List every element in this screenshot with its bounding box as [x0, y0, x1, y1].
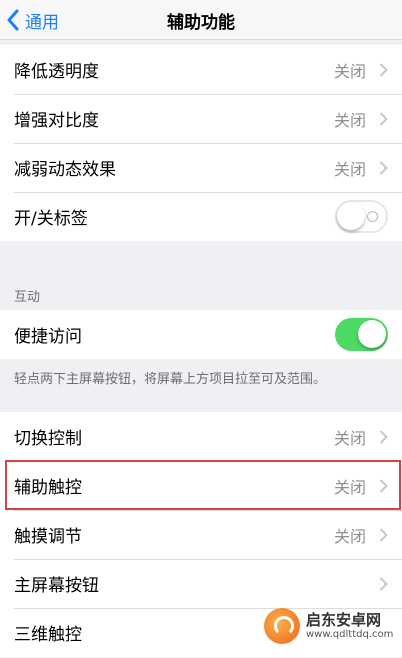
interaction-group: 便捷访问	[0, 310, 402, 359]
row-label: 便捷访问	[14, 327, 82, 347]
row-label: 触摸调节	[14, 527, 82, 547]
row-label: 降低透明度	[14, 62, 99, 82]
on-off-labels-toggle[interactable]	[335, 200, 388, 233]
row-value: 关闭	[333, 159, 366, 179]
chevron-right-icon	[379, 527, 388, 542]
assistive-touch-row[interactable]: 辅助触控 关闭	[0, 461, 402, 510]
chevron-right-icon	[379, 429, 388, 444]
watermark-logo-icon	[264, 608, 300, 644]
home-button-row[interactable]: 主屏幕按钮	[0, 559, 402, 608]
watermark-url: www.qdlttdq.com	[306, 628, 394, 640]
reduce-transparency-row[interactable]: 降低透明度 关闭	[0, 45, 402, 94]
row-label: 辅助触控	[14, 478, 82, 498]
row-label: 三维触控	[14, 625, 82, 645]
reachability-toggle[interactable]	[335, 318, 388, 351]
row-value: 关闭	[333, 477, 366, 497]
toggle-knob	[358, 320, 386, 348]
row-value: 关闭	[333, 428, 366, 448]
toggle-knob	[337, 202, 365, 230]
reachability-footnote: 轻点两下主屏幕按钮，将屏幕上方项目拉至可及范围。	[14, 372, 327, 387]
page-title: 辅助功能	[167, 13, 235, 33]
row-label: 切换控制	[14, 429, 82, 449]
increase-contrast-row[interactable]: 增强对比度 关闭	[0, 94, 402, 143]
row-value: 关闭	[333, 110, 366, 130]
switch-control-row[interactable]: 切换控制 关闭	[0, 412, 402, 461]
on-off-labels-row: 开/关标签	[0, 192, 402, 241]
touch-accommodations-row[interactable]: 触摸调节 关闭	[0, 510, 402, 559]
row-value: 关闭	[333, 526, 366, 546]
row-label: 减弱动态效果	[14, 160, 116, 180]
row-label: 主屏幕按钮	[14, 576, 99, 596]
navigation-bar: 通用 辅助功能	[0, 0, 402, 40]
chevron-right-icon	[379, 478, 388, 493]
section-header-interaction: 互动	[14, 290, 41, 305]
row-label: 增强对比度	[14, 111, 99, 131]
reduce-motion-row[interactable]: 减弱动态效果 关闭	[0, 143, 402, 192]
watermark: 启东安卓网 www.qdlttdq.com	[264, 604, 394, 648]
watermark-name: 启东安卓网	[306, 611, 382, 630]
chevron-right-icon	[379, 62, 388, 77]
row-value: 关闭	[333, 61, 366, 81]
chevron-right-icon	[379, 160, 388, 175]
reachability-row: 便捷访问	[0, 310, 402, 359]
row-label: 开/关标签	[14, 209, 88, 229]
display-settings-group: 降低透明度 关闭 增强对比度 关闭 减弱动态效果 关闭 开/关标签	[0, 45, 402, 241]
chevron-right-icon	[379, 576, 388, 591]
off-label-icon	[367, 211, 378, 222]
chevron-right-icon	[379, 111, 388, 126]
